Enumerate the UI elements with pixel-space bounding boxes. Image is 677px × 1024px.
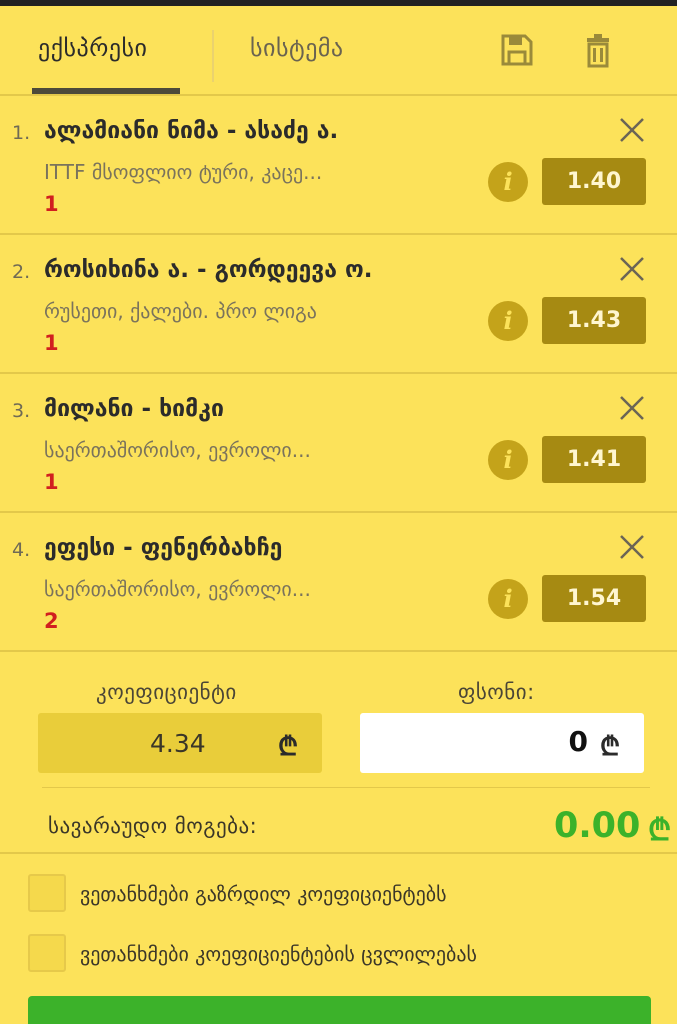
bet-pick: 1 <box>44 331 59 355</box>
lari-icon: ₾ <box>648 813 672 848</box>
bet-number: 1. <box>12 122 31 144</box>
checkbox-label: ვეთანხმები გაზრდილ კოეფიციენტებს <box>80 882 447 906</box>
close-icon[interactable] <box>618 255 646 283</box>
odds-value: 1.40 <box>542 158 646 205</box>
checkbox[interactable] <box>28 934 66 972</box>
checkbox[interactable] <box>28 874 66 912</box>
bet-title: მილანი - ხიმკი <box>44 396 224 422</box>
divider <box>42 787 650 788</box>
betslip-tabs: ექსპრესი სისტემა <box>0 6 677 96</box>
bet-title: ალამიანი ნიმა - ასაძე ა. <box>44 118 339 144</box>
coefficient-label: კოეფიციენტი <box>96 680 237 704</box>
potential-win-value: 0.00 <box>554 806 641 846</box>
bet-number: 3. <box>12 400 31 422</box>
stake-label: ფსონი: <box>458 680 535 704</box>
trash-icon[interactable] <box>583 32 615 68</box>
divider <box>0 852 677 854</box>
close-icon[interactable] <box>618 116 646 144</box>
bet-title: როსიხინა ა. - გორდეევა ო. <box>44 257 373 283</box>
odds-value: 1.54 <box>542 575 646 622</box>
tab-divider <box>212 30 214 82</box>
close-icon[interactable] <box>618 533 646 561</box>
tab-express[interactable]: ექსპრესი <box>38 34 147 62</box>
place-bet-button[interactable] <box>28 996 651 1024</box>
close-icon[interactable] <box>618 394 646 422</box>
odds-value: 1.41 <box>542 436 646 483</box>
bet-league: საერთაშორისო, ევროლი... <box>44 438 311 462</box>
tab-system[interactable]: სისტემა <box>250 34 344 62</box>
bet-league: საერთაშორისო, ევროლი... <box>44 577 311 601</box>
checkbox-label: ვეთანხმები კოეფიციენტების ცვლილებას <box>80 942 477 966</box>
potential-win-label: სავარაუდო მოგება: <box>48 814 258 838</box>
info-icon[interactable]: i <box>488 579 528 619</box>
bet-number: 2. <box>12 261 31 283</box>
active-tab-indicator <box>32 88 180 94</box>
stake-input[interactable]: 0 ₾ <box>360 713 644 773</box>
bet-title: ეფესი - ფენერბახჩე <box>44 535 283 561</box>
odds-value: 1.43 <box>542 297 646 344</box>
bet-number: 4. <box>12 539 31 561</box>
accept-increased-odds-row[interactable]: ვეთანხმები გაზრდილ კოეფიციენტებს <box>28 874 648 914</box>
bet-item: 2. როსიხინა ა. - გორდეევა ო. რუსეთი, ქალ… <box>0 235 677 374</box>
save-icon[interactable] <box>501 32 533 68</box>
bet-league: რუსეთი, ქალები. პრო ლიგა <box>44 299 317 323</box>
lari-icon: ₾ <box>278 732 299 762</box>
bet-league: ITTF მსოფლიო ტური, კაცე... <box>44 160 323 184</box>
info-icon[interactable]: i <box>488 301 528 341</box>
bet-item: 4. ეფესი - ფენერბახჩე საერთაშორისო, ევრო… <box>0 513 677 652</box>
bet-item: 1. ალამიანი ნიმა - ასაძე ა. ITTF მსოფლიო… <box>0 96 677 235</box>
total-coefficient: 4.34 ₾ <box>38 713 322 773</box>
info-icon[interactable]: i <box>488 440 528 480</box>
lari-icon: ₾ <box>600 732 621 762</box>
bet-item: 3. მილანი - ხიმკი საერთაშორისო, ევროლი..… <box>0 374 677 513</box>
bet-pick: 1 <box>44 470 59 494</box>
coefficient-value: 4.34 <box>150 729 206 758</box>
bet-pick: 2 <box>44 609 59 633</box>
bet-pick: 1 <box>44 192 59 216</box>
stake-value[interactable]: 0 <box>569 725 588 758</box>
info-icon[interactable]: i <box>488 162 528 202</box>
accept-odds-change-row[interactable]: ვეთანხმები კოეფიციენტების ცვლილებას <box>28 934 648 974</box>
